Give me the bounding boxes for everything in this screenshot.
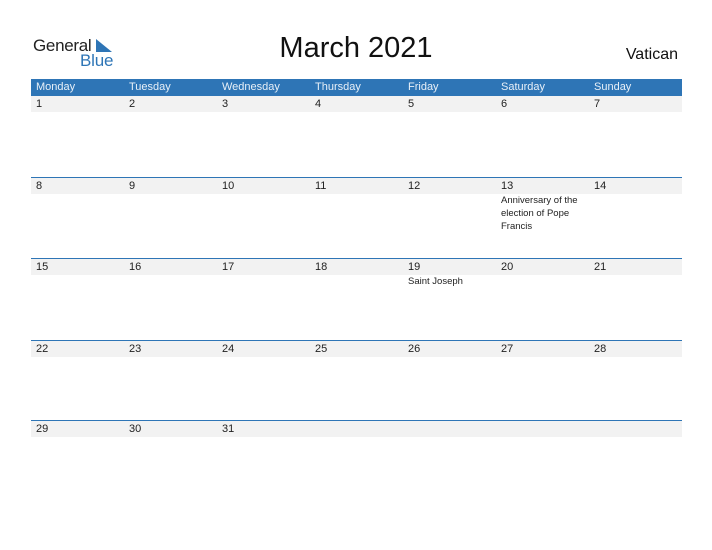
day-number: 25 [315,343,328,355]
calendar-day-cell: 13 Anniversary of the election of Pope Fr… [496,178,589,233]
day-number: 12 [408,180,421,192]
calendar-week-row: 15 16 17 18 19 Saint Joseph 20 21 [31,258,682,339]
day-number: 13 [501,180,514,192]
day-number: 10 [222,180,235,192]
calendar-day-cell: 28 [589,341,682,357]
calendar-week-row: 8 9 10 11 12 13 Anniversary of the election of… [31,177,682,258]
day-number: 19 [408,261,421,273]
calendar-day-cell: 20 [496,259,589,275]
weekday-monday: Monday [36,81,76,93]
day-number: 20 [501,261,514,273]
calendar-day-cell: 11 [310,178,403,194]
day-number: 28 [594,343,607,355]
calendar-day-cell: 29 [31,421,124,437]
weekday-saturday: Saturday [501,81,546,93]
country-label: Vatican [625,46,678,63]
calendar-week-row: 1 2 3 4 5 6 7 [31,96,682,177]
day-number: 4 [315,98,322,110]
weekday-sunday: Sunday [594,81,632,93]
calendar-day-cell: 18 [310,259,403,275]
calendar-week-row: 22 23 24 25 26 27 28 [31,340,682,421]
day-number: 24 [222,343,235,355]
day-number: 8 [36,180,43,192]
day-number: 26 [408,343,421,355]
day-number: 5 [408,98,415,110]
calendar-day-cell: 15 [31,259,124,275]
day-number: 21 [594,261,607,273]
weekday-tuesday: Tuesday [129,81,171,93]
day-number: 22 [36,343,49,355]
calendar-day-cell: 14 [589,178,682,194]
day-number: 16 [129,261,142,273]
calendar-day-cell: 7 [589,96,682,112]
calendar-day-cell: 17 [217,259,310,275]
calendar-day-cell: 19 Saint Joseph [403,259,496,288]
weekday-thursday: Thursday [315,81,361,93]
calendar-day-cell: 1 [31,96,124,112]
calendar-day-cell: 31 [217,421,310,437]
day-number: 14 [594,180,607,192]
day-number: 27 [501,343,514,355]
day-number: 3 [222,98,229,110]
day-number: 15 [36,261,49,273]
calendar-day-cell: 4 [310,96,403,112]
weekday-header: Monday Tuesday Wednesday Thursday Friday… [31,79,682,96]
day-number: 2 [129,98,136,110]
calendar-day-cell: 5 [403,96,496,112]
day-number: 29 [36,423,49,435]
calendar-day-cell: 10 [217,178,310,194]
calendar-title: March 2021 [279,32,433,64]
calendar-day-cell: 30 [124,421,217,437]
day-number: 18 [315,261,328,273]
calendar-day-cell: 16 [124,259,217,275]
holiday-event: Anniversary of the election of Pope Fran… [501,195,578,232]
day-number: 6 [501,98,508,110]
holiday-event: Saint Joseph [408,276,463,287]
calendar-day-cell: 3 [217,96,310,112]
day-number: 11 [315,180,327,192]
calendar-day-cell: 6 [496,96,589,112]
calendar-day-cell: 12 [403,178,496,194]
weekday-wednesday: Wednesday [222,81,280,93]
calendar-day-cell: 27 [496,341,589,357]
weekday-friday: Friday [408,81,439,93]
calendar-day-cell: 9 [124,178,217,194]
calendar-day-cell: 8 [31,178,124,194]
calendar-week-row: 29 30 31 [31,420,682,501]
calendar-day-cell: 21 [589,259,682,275]
calendar-day-cell: 23 [124,341,217,357]
calendar-day-cell: 26 [403,341,496,357]
day-number: 9 [129,180,136,192]
day-number: 30 [129,423,142,435]
calendar-day-cell: 22 [31,341,124,357]
calendar-day-cell: 2 [124,96,217,112]
calendar-day-cell: 24 [217,341,310,357]
day-number: 17 [222,261,235,273]
day-number: 31 [222,423,235,435]
day-number: 23 [129,343,142,355]
day-number: 1 [36,98,43,110]
calendar-day-cell: 25 [310,341,403,357]
day-number: 7 [594,98,601,110]
